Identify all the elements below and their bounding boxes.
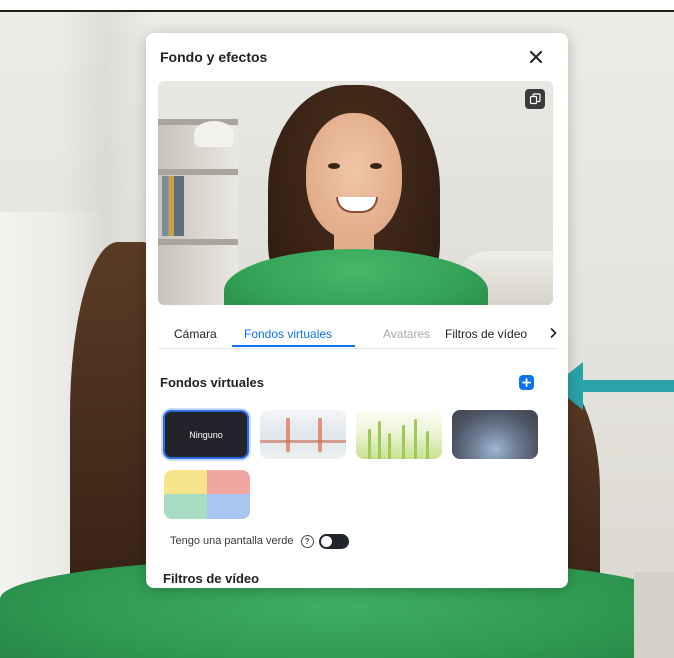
- add-background-button[interactable]: [519, 375, 534, 390]
- grass-blade: [426, 431, 429, 459]
- preview-face: [306, 113, 402, 239]
- background-pattern-option[interactable]: [164, 470, 250, 519]
- copy-button[interactable]: [525, 89, 545, 109]
- background-space-option[interactable]: [452, 410, 538, 459]
- grass-blade: [368, 429, 371, 459]
- tab-video-filters[interactable]: Filtros de vídeo: [445, 327, 527, 341]
- green-screen-row: Tengo una pantalla verde ?: [170, 533, 349, 549]
- green-screen-toggle[interactable]: [318, 533, 349, 549]
- video-filters-title: Filtros de vídeo: [163, 571, 260, 586]
- active-tab-indicator: [232, 345, 355, 347]
- green-screen-label: Tengo una pantalla verde: [170, 535, 294, 547]
- background-none-option[interactable]: Ninguno: [163, 410, 249, 459]
- arrow-left-icon: [553, 362, 674, 410]
- grass-blade: [388, 433, 391, 459]
- copy-icon: [529, 93, 541, 105]
- preview-eye-right: [370, 163, 382, 169]
- preview-eye-left: [328, 163, 340, 169]
- bridge-deck: [260, 440, 346, 443]
- preview-lamp: [194, 121, 234, 147]
- bridge-tower: [286, 418, 290, 452]
- tab-camera[interactable]: Cámara: [174, 327, 217, 341]
- camera-preview: [158, 81, 553, 305]
- background-grass-option[interactable]: [356, 410, 442, 459]
- virtual-backgrounds-title: Fondos virtuales: [160, 375, 265, 390]
- panel-title: Fondo y efectos: [160, 49, 268, 65]
- tab-divider: [158, 348, 556, 349]
- plus-icon: [522, 378, 531, 387]
- preview-books: [162, 176, 184, 236]
- bridge-tower: [318, 418, 322, 452]
- grass-blade: [402, 425, 405, 459]
- background-effects-panel: Fondo y efectos Cámara Fondos virtuales …: [146, 33, 568, 588]
- close-button[interactable]: [524, 45, 548, 69]
- tab-virtual-backgrounds[interactable]: Fondos virtuales: [244, 327, 332, 341]
- help-icon[interactable]: ?: [300, 534, 314, 548]
- background-none-label: Ninguno: [189, 429, 223, 440]
- shelf-board: [158, 169, 238, 175]
- toggle-knob: [320, 535, 332, 547]
- close-icon: [530, 51, 542, 63]
- chevron-right-icon: [550, 328, 557, 338]
- preview-sweater: [224, 249, 488, 305]
- background-cushion: [634, 572, 674, 658]
- tab-bar: Cámara Fondos virtuales Avatares Filtros…: [146, 319, 568, 349]
- shelf-board: [158, 239, 238, 245]
- tab-avatars[interactable]: Avatares: [383, 327, 430, 341]
- tabs-next-button[interactable]: [546, 325, 560, 341]
- grass-blade: [414, 419, 417, 459]
- grass-blade: [378, 421, 381, 459]
- pattern-bottom: [164, 494, 250, 519]
- background-bridge-option[interactable]: [260, 410, 346, 459]
